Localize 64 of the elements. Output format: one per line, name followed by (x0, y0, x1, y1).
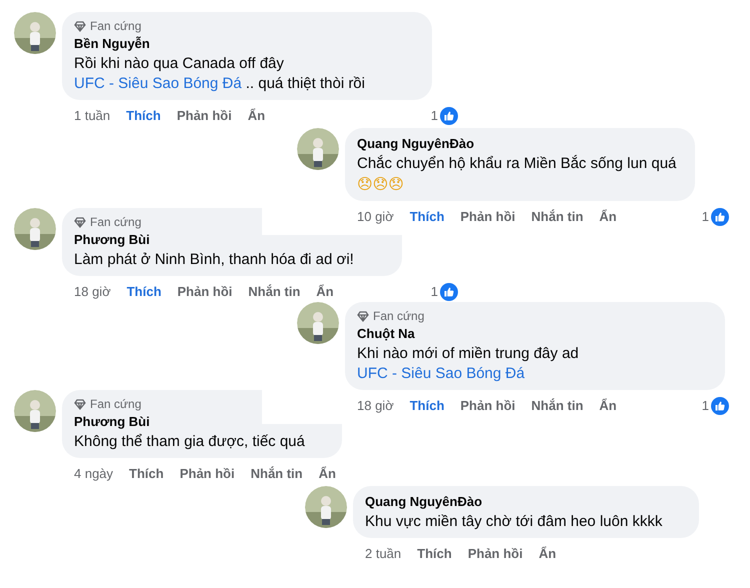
author-name[interactable]: Quang NguyênĐào (365, 492, 482, 512)
like-link[interactable]: Thích (410, 396, 444, 416)
author-name[interactable]: Phương Bùi (74, 230, 150, 250)
like-icon (440, 107, 458, 125)
avatar[interactable] (297, 128, 339, 170)
action-link[interactable]: Nhắn tin (531, 396, 584, 416)
reaction-count: 1 (430, 107, 438, 126)
avatar[interactable] (14, 12, 56, 54)
avatar[interactable] (305, 486, 347, 528)
reaction-count: 1 (702, 397, 709, 416)
comment-text: Làm phát ở Ninh Bình, thanh hóa đi ad ơi! (74, 250, 355, 270)
action-link[interactable]: Phản hồi (468, 544, 523, 564)
action-link[interactable]: Nhắn tin (531, 207, 584, 227)
action-link[interactable]: Nhắn tin (248, 282, 300, 302)
page-link[interactable]: UFC - Siêu Sao Bóng Đá (357, 365, 525, 382)
comment-text: Không thể tham gia được, tiếc quá (74, 432, 306, 452)
avatar[interactable] (14, 390, 56, 432)
author-name[interactable]: Quang NguyênĐào (357, 134, 474, 154)
fan-label: Fan cứng (90, 18, 142, 34)
action-link[interactable]: Phản hồi (177, 282, 232, 302)
action-link[interactable]: Ẩn (316, 282, 334, 302)
diamond-icon (74, 398, 86, 410)
fan-label: Fan cứng (90, 396, 142, 412)
action-link[interactable]: Ẩn (538, 544, 556, 564)
comment-time[interactable]: 1 tuần (74, 106, 110, 126)
like-link[interactable]: Thích (417, 544, 452, 564)
fan-label: Fan cứng (90, 214, 142, 230)
comment-text: Khi nào mới of miền trung đây ad UFC - Siêu Sao Bóng Đá (357, 344, 580, 384)
author-name[interactable]: Phương Bùi (74, 412, 150, 432)
comment-text: Khu vực miền tây chờ tới đâm heo luôn kkkk (365, 512, 664, 532)
diamond-icon (74, 216, 86, 228)
action-link[interactable]: Phản hồi (460, 396, 516, 416)
action-link[interactable]: Ẩn (318, 464, 336, 484)
action-link[interactable]: Ẩn (599, 396, 617, 416)
comment-time[interactable]: 2 tuần (365, 544, 402, 564)
like-link[interactable]: Thích (129, 464, 164, 484)
action-link[interactable]: Phản hồi (180, 464, 235, 484)
avatar[interactable] (14, 208, 56, 250)
like-icon (711, 397, 729, 415)
fan-label: Fan cứng (373, 308, 424, 324)
comment-text: Chắc chuyển hộ khẩu ra Miền Bắc sống lun quá 😞😞😞 (357, 154, 678, 195)
like-link[interactable]: Thích (126, 282, 162, 302)
diamond-icon (357, 310, 369, 322)
avatar[interactable] (297, 302, 339, 344)
comment-time[interactable]: 18 giờ (357, 396, 394, 416)
comment-time[interactable]: 4 ngày (74, 464, 114, 484)
author-name[interactable]: Chuột Na (357, 324, 415, 344)
like-icon (711, 208, 729, 226)
action-link[interactable]: Phản hồi (176, 106, 232, 126)
like-link[interactable]: Thích (126, 106, 161, 126)
like-icon (440, 283, 458, 301)
page-link[interactable]: UFC - Siêu Sao Bóng Đá (74, 75, 242, 92)
action-link[interactable]: Ẩn (248, 106, 266, 126)
reaction-count: 1 (702, 208, 709, 226)
reaction-count: 1 (430, 283, 438, 302)
action-link[interactable]: Phản hồi (460, 207, 516, 227)
action-link[interactable]: Ẩn (599, 207, 617, 227)
action-link[interactable]: Nhắn tin (250, 464, 303, 484)
author-name[interactable]: Bền Nguyễn (74, 34, 150, 54)
comment-time[interactable]: 10 giờ (357, 207, 394, 227)
diamond-icon (74, 20, 86, 32)
comment-time[interactable]: 18 giờ (74, 282, 111, 302)
like-link[interactable]: Thích (410, 207, 444, 227)
comment-text: Rồi khi nào qua Canada off đây UFC - Siêu Sao Bóng Đá .. quá thiệt thòi rồi (74, 54, 366, 94)
